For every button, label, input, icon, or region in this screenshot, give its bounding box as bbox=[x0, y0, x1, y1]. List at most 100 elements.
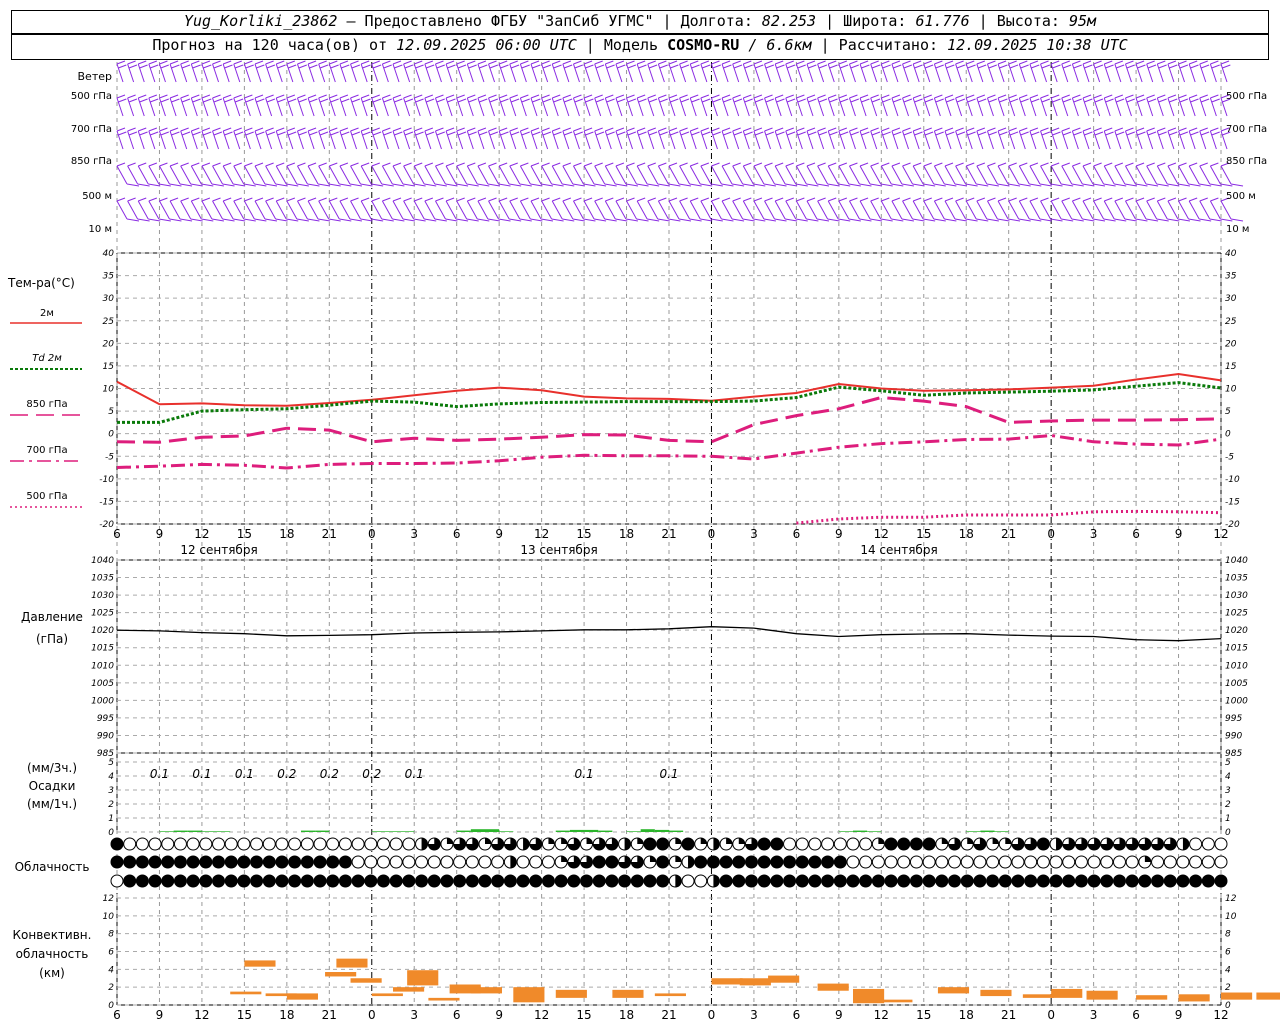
barb-feather bbox=[1157, 94, 1166, 99]
barb-base bbox=[986, 183, 999, 187]
wind-barb bbox=[222, 127, 233, 150]
barb-shaft bbox=[127, 165, 139, 185]
wind-barb bbox=[774, 127, 785, 150]
barb-feather bbox=[509, 94, 518, 99]
barb-feather bbox=[234, 98, 244, 103]
barb-base bbox=[933, 218, 946, 222]
barb-feather bbox=[191, 60, 200, 65]
barb-feather bbox=[638, 98, 647, 103]
cloud-symbol bbox=[110, 837, 124, 851]
cloud-circle bbox=[1214, 874, 1228, 888]
barb-feather bbox=[138, 127, 147, 132]
barb-feather bbox=[329, 162, 338, 167]
precip-title: Осадки bbox=[29, 779, 76, 793]
cloud-circle bbox=[694, 855, 708, 869]
barb-base bbox=[912, 218, 925, 222]
barb-shaft bbox=[997, 165, 1009, 185]
wind-barb bbox=[679, 60, 690, 83]
cloud-circle bbox=[1163, 874, 1177, 888]
cloud-quarter bbox=[726, 838, 733, 844]
barb-shaft bbox=[1209, 165, 1221, 185]
cloud-symbol bbox=[199, 874, 213, 888]
barb-shaft bbox=[657, 165, 669, 185]
cloud-symbol bbox=[161, 874, 175, 888]
wind-barb bbox=[604, 60, 615, 83]
barb-feather bbox=[222, 197, 232, 202]
wind-barb bbox=[1114, 60, 1125, 83]
wind-barb bbox=[488, 127, 499, 150]
x-tick-label-bottom: 21 bbox=[1001, 1008, 1016, 1022]
cloud-symbol bbox=[580, 874, 594, 888]
barb-feather bbox=[244, 60, 253, 65]
cloud-symbol bbox=[1036, 855, 1050, 869]
cloud-circle bbox=[998, 855, 1012, 869]
barb-shaft bbox=[381, 200, 393, 220]
wind-barb bbox=[275, 94, 286, 117]
barb-feather bbox=[1040, 94, 1049, 99]
wind-barb bbox=[169, 94, 180, 117]
barb-feather bbox=[774, 94, 784, 99]
barb-shaft bbox=[116, 165, 128, 185]
wind-barb bbox=[1061, 94, 1072, 117]
barb-shaft bbox=[307, 200, 319, 220]
barb-feather bbox=[967, 64, 976, 69]
barb-feather bbox=[997, 162, 1007, 167]
barb-shaft bbox=[573, 165, 584, 185]
barb-feather bbox=[318, 94, 327, 99]
barb-feather bbox=[764, 60, 773, 65]
barb-feather bbox=[585, 64, 594, 69]
barb-feather bbox=[721, 127, 731, 132]
cloud-symbol bbox=[1100, 837, 1114, 851]
barb-feather bbox=[997, 94, 1007, 99]
barb-feather bbox=[371, 60, 380, 65]
wind-barb bbox=[381, 60, 392, 83]
cloud-symbol bbox=[1151, 837, 1165, 851]
barb-feather bbox=[382, 60, 391, 65]
x-tick-label: 15 bbox=[576, 527, 591, 541]
barb-shaft bbox=[127, 200, 139, 220]
barb-feather bbox=[445, 197, 455, 202]
barb-shaft bbox=[636, 200, 648, 220]
barb-shaft bbox=[944, 200, 956, 220]
precip-bar bbox=[654, 829, 669, 832]
wind-barb bbox=[572, 94, 583, 117]
wind-barb bbox=[891, 94, 902, 117]
barb-feather bbox=[923, 197, 932, 202]
cloud-circle bbox=[821, 874, 835, 888]
barb-feather bbox=[266, 98, 276, 103]
precip-bar bbox=[371, 831, 386, 832]
temp-tick-right: 25 bbox=[1225, 317, 1237, 327]
pressure-tick-left: 1000 bbox=[91, 696, 114, 706]
cloud-circle bbox=[605, 874, 619, 888]
conv-tick-left: 2 bbox=[108, 983, 114, 993]
barb-base bbox=[997, 183, 1010, 187]
cloud-circle bbox=[529, 855, 543, 869]
barb-base bbox=[509, 218, 522, 222]
barb-feather bbox=[956, 131, 966, 136]
cloud-symbol bbox=[744, 837, 758, 851]
cloud-symbol bbox=[1049, 837, 1063, 851]
barb-feather bbox=[1125, 60, 1134, 65]
cloud-symbol bbox=[935, 855, 949, 869]
cloud-symbol bbox=[630, 837, 644, 851]
cloud-symbol bbox=[986, 855, 1000, 869]
barb-feather bbox=[891, 127, 901, 132]
temp-tick-right: 15 bbox=[1225, 362, 1237, 372]
cloud-symbol bbox=[516, 855, 530, 869]
barb-base bbox=[1029, 218, 1042, 222]
barb-feather bbox=[360, 60, 370, 65]
barb-feather bbox=[700, 94, 710, 99]
cloud-symbol bbox=[453, 874, 467, 888]
barb-feather bbox=[191, 197, 200, 202]
barb-feather bbox=[1029, 197, 1039, 202]
pressure-tick-right: 1025 bbox=[1225, 609, 1248, 619]
barb-feather bbox=[912, 162, 922, 167]
barb-feather bbox=[796, 60, 805, 65]
temp-tick-left: -20 bbox=[99, 520, 114, 530]
precip-bar bbox=[456, 830, 471, 832]
wind-barb bbox=[806, 60, 817, 83]
wind-barb bbox=[392, 60, 403, 83]
barb-feather bbox=[541, 127, 550, 132]
wind-barb bbox=[572, 60, 583, 83]
barb-feather bbox=[1020, 131, 1029, 136]
